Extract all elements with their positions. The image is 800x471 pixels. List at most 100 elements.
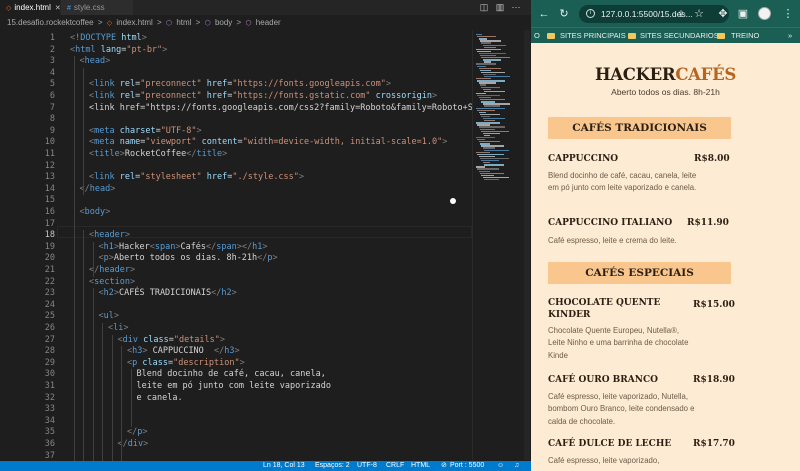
tab-index-html[interactable]: ◇ index.html ✕ [0, 0, 61, 16]
breadcrumb-file[interactable]: index.html [116, 18, 152, 27]
bookmark-sites-secundarios[interactable]: SITES SECUNDARIOS [640, 28, 719, 44]
breadcrumb-html[interactable]: html [176, 18, 191, 27]
reload-icon[interactable]: ↻ [557, 7, 571, 21]
minimap[interactable] [472, 30, 531, 461]
menu-item-name: CAFÉ DULCE DE LECHE [548, 439, 672, 449]
status-bar: Ln 18, Col 13 Espaços: 2 UTF-8 CRLF HTML… [0, 461, 531, 471]
code-line[interactable]: <div class="details"> [118, 335, 226, 347]
code-line[interactable]: </div> [118, 439, 149, 451]
folder-icon [628, 33, 636, 39]
code-line[interactable]: leite em pó junto com leite vaporizado [137, 381, 331, 393]
code-line[interactable]: <!DOCTYPE html> [70, 33, 147, 45]
chevron-right-icon: > [97, 18, 103, 27]
code-line[interactable]: <body> [80, 207, 111, 219]
language-mode[interactable]: HTML [411, 461, 430, 471]
code-line[interactable]: <html lang="pt-br"> [70, 45, 167, 57]
code-line[interactable]: <p class="description"> [127, 358, 245, 370]
avatar[interactable] [758, 7, 771, 20]
code-line[interactable]: </header> [89, 265, 135, 277]
code-line[interactable]: <ul> [99, 311, 120, 323]
back-icon[interactable]: ← [537, 7, 551, 21]
menu-item-price: R$17.70 [693, 439, 735, 449]
code-line[interactable]: </head> [80, 184, 116, 196]
section-heading-especiais: CAFÉS ESPECIAIS [548, 262, 731, 284]
code-line[interactable]: <link rel="preconnect" href="https://fon… [89, 91, 437, 103]
code-line[interactable]: <link rel="stylesheet" href="./style.css… [89, 172, 304, 184]
breadcrumb-body[interactable]: body [215, 18, 232, 27]
encoding[interactable]: UTF-8 [357, 461, 377, 471]
minimap-line [483, 90, 505, 93]
title-cafes: CAFÉS [675, 65, 736, 84]
browser-window: ← ↻ 127.0.0.1:5500/15.des... i ⇪ ☆ ✥ ▣ ⋮… [531, 0, 800, 471]
breadcrumb-folder[interactable]: 15.desafio.rockektcoffee [7, 18, 94, 27]
minimap-line [483, 164, 504, 166]
extensions-icon[interactable]: ✥ [716, 7, 730, 21]
address-bar[interactable]: 127.0.0.1:5500/15.des... [579, 5, 729, 23]
code-editor[interactable]: <!DOCTYPE html> <html lang="pt-br"> <head>… [0, 30, 472, 461]
share-icon[interactable]: ⇪ [674, 7, 688, 21]
live-server-port[interactable]: Port : 5500 [450, 461, 484, 471]
code-line[interactable]: <link href="https://fonts.googleapis.com… [89, 103, 472, 115]
indent-guide [92, 241, 94, 277]
feedback-icon[interactable]: ☺ [497, 461, 504, 471]
code-line[interactable]: <h1>Hacker<span>Cafés</span></h1> [99, 242, 268, 254]
editor-scrollbar[interactable] [524, 30, 530, 460]
bell-icon[interactable]: ♫ [514, 461, 519, 471]
section-heading-tradicionais: CAFÉS TRADICIONAIS [548, 117, 731, 139]
bookmark-star-icon[interactable]: ☆ [692, 7, 706, 21]
menu-item-description: Café espresso, leite e crema do leite. [548, 236, 677, 245]
line-endings[interactable]: CRLF [386, 461, 404, 471]
code-line[interactable]: <meta name="viewport" content="width=dev… [89, 137, 447, 149]
bookmark-partial[interactable]: O [534, 28, 540, 44]
menu-item-name: CAFÉ OURO BRANCO [548, 375, 658, 385]
code-line[interactable]: <meta charset="UTF-8"> [89, 126, 202, 138]
code-line[interactable]: <title>RocketCoffee</title> [89, 149, 227, 161]
code-line[interactable]: <p>Aberto todos os dias. 8h-21h</p> [99, 253, 278, 265]
more-actions-icon[interactable]: ⋯ [510, 2, 522, 13]
bookmark-sites-principais[interactable]: SITES PRINCIPAIS [560, 28, 626, 44]
more-bookmarks-icon[interactable]: » [788, 28, 792, 44]
code-line[interactable]: <h3> CAPPUCCINO </h3> [127, 346, 240, 358]
indent-guide [121, 346, 122, 461]
code-line[interactable]: <header> [89, 230, 130, 242]
close-icon[interactable]: ✕ [55, 1, 61, 16]
side-panel-icon[interactable]: ▣ [736, 7, 750, 21]
browser-toolbar: ← ↻ 127.0.0.1:5500/15.des... i ⇪ ☆ ✥ ▣ ⋮ [531, 0, 800, 27]
tab-label: index.html [14, 3, 51, 12]
indentation[interactable]: Espaços: 2 [315, 461, 350, 471]
element-icon: ⬡ [165, 20, 173, 27]
chevron-right-icon: > [157, 18, 162, 27]
bookmarks-bar: O SITES PRINCIPAIS SITES SECUNDARIOS TRE… [531, 27, 800, 43]
code-line[interactable]: <section> [89, 277, 135, 289]
menu-item-price: R$8.00 [694, 154, 730, 164]
opening-hours: Aberto todos os dias. 8h-21h [611, 87, 720, 97]
menu-icon[interactable]: ⋮ [781, 7, 795, 21]
code-line[interactable]: <li> [108, 323, 129, 335]
bookmark-treino[interactable]: TREINO [731, 28, 759, 44]
indent-guide [83, 230, 84, 461]
menu-item-description: Chocolate Quente Europeu, Nutella®, Leit… [548, 326, 689, 360]
code-line[interactable]: <h2>CAFÉS TRADICIONAIS</h2> [99, 288, 237, 300]
chevron-right-icon: > [236, 18, 242, 27]
info-icon[interactable]: i [586, 9, 595, 18]
indent-guide [130, 369, 132, 428]
code-line[interactable]: <head> [80, 56, 111, 68]
indent-guide [111, 334, 113, 461]
compare-icon[interactable]: ◫ [478, 2, 490, 13]
css-file-icon: # [67, 5, 71, 12]
split-editor-icon[interactable]: ▥ [494, 2, 506, 13]
cursor-position[interactable]: Ln 18, Col 13 [263, 461, 305, 471]
breadcrumb-header[interactable]: header [256, 18, 281, 27]
menu-item-price: R$15.00 [693, 300, 735, 310]
code-line[interactable]: <link rel="preconnect" href="https://fon… [89, 79, 391, 91]
code-line[interactable]: e canela. [137, 393, 183, 405]
element-icon: ⬡ [204, 20, 211, 27]
code-line[interactable]: Blend docinho de café, cacau, canela, [137, 369, 326, 381]
tab-style-css[interactable]: # style.css [61, 0, 133, 15]
code-line[interactable]: </p> [127, 427, 148, 439]
menu-item-price: R$11.90 [687, 218, 729, 228]
chevron-right-icon: > [195, 18, 201, 27]
indent-guide [102, 323, 103, 461]
breadcrumb: 15.desafio.rockektcoffee > ◇ index.html … [0, 15, 531, 30]
page-title: HACKERCAFÉS [539, 65, 792, 84]
